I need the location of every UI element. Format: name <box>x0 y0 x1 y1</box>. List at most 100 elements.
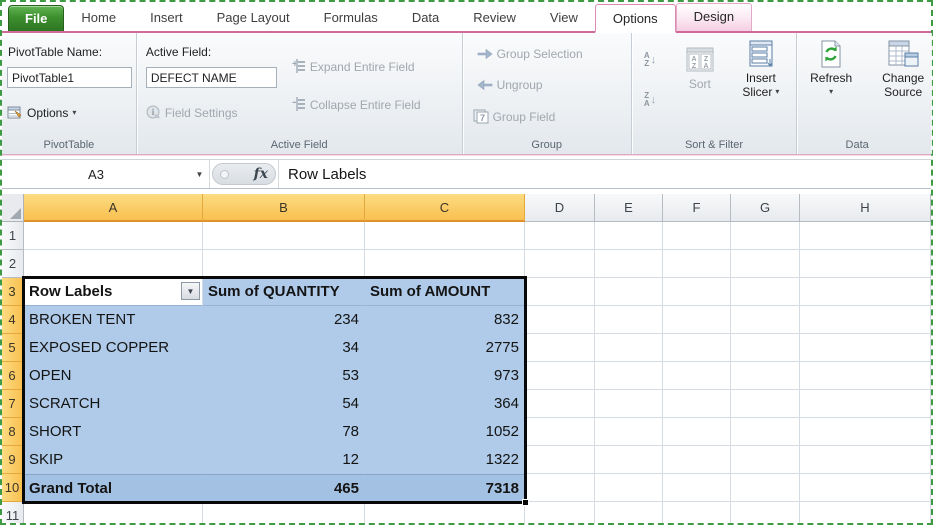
row-header-4[interactable]: 4 <box>2 306 24 334</box>
column-header-G[interactable]: G <box>731 194 800 222</box>
insert-function-icon[interactable]: fx <box>254 166 268 182</box>
cell-D1[interactable] <box>525 222 595 250</box>
sort-button[interactable]: A Z Z A Sort <box>676 45 724 91</box>
tab-formulas[interactable]: Formulas <box>307 5 395 31</box>
cell-A8[interactable]: SHORT <box>24 418 203 446</box>
column-header-F[interactable]: F <box>663 194 731 222</box>
cell-C7[interactable]: 364 <box>365 390 525 418</box>
cell-F2[interactable] <box>663 250 731 278</box>
cell-B10[interactable]: 465 <box>203 474 365 502</box>
cell-D10[interactable] <box>525 474 595 502</box>
cell-E1[interactable] <box>595 222 663 250</box>
formula-input[interactable]: Row Labels <box>278 160 931 188</box>
active-field-input[interactable] <box>146 67 277 88</box>
cell-B9[interactable]: 12 <box>203 446 365 474</box>
cell-G10[interactable] <box>731 474 800 502</box>
cell-G2[interactable] <box>731 250 800 278</box>
cell-D9[interactable] <box>525 446 595 474</box>
tab-file[interactable]: File <box>8 5 64 31</box>
cell-C8[interactable]: 1052 <box>365 418 525 446</box>
cell-D2[interactable] <box>525 250 595 278</box>
cell-G5[interactable] <box>731 334 800 362</box>
sort-ascending-button[interactable]: AZ↓ <box>644 49 668 71</box>
cell-A7[interactable]: SCRATCH <box>24 390 203 418</box>
row-header-10[interactable]: 10 <box>2 474 24 502</box>
cell-G11[interactable] <box>731 502 800 523</box>
cell-G6[interactable] <box>731 362 800 390</box>
cell-C6[interactable]: 973 <box>365 362 525 390</box>
cell-C9[interactable]: 1322 <box>365 446 525 474</box>
cell-H10[interactable] <box>800 474 931 502</box>
cell-A5[interactable]: EXPOSED COPPER <box>24 334 203 362</box>
tab-home[interactable]: Home <box>64 5 133 31</box>
cell-B4[interactable]: 234 <box>203 306 365 334</box>
column-header-B[interactable]: B <box>203 194 365 222</box>
cell-H6[interactable] <box>800 362 931 390</box>
change-data-source-button[interactable]: Change Source <box>861 39 933 99</box>
cell-F9[interactable] <box>663 446 731 474</box>
row-header-11[interactable]: 11 <box>2 502 24 523</box>
cell-E9[interactable] <box>595 446 663 474</box>
cell-B8[interactable]: 78 <box>203 418 365 446</box>
cell-D7[interactable] <box>525 390 595 418</box>
cell-G8[interactable] <box>731 418 800 446</box>
cell-H5[interactable] <box>800 334 931 362</box>
cell-H7[interactable] <box>800 390 931 418</box>
cell-A3[interactable]: Row Labels▼ <box>24 278 203 306</box>
row-header-7[interactable]: 7 <box>2 390 24 418</box>
cell-E3[interactable] <box>595 278 663 306</box>
cell-A6[interactable]: OPEN <box>24 362 203 390</box>
tab-options[interactable]: Options <box>595 4 676 33</box>
row-header-2[interactable]: 2 <box>2 250 24 278</box>
cell-E6[interactable] <box>595 362 663 390</box>
cell-G1[interactable] <box>731 222 800 250</box>
cell-H11[interactable] <box>800 502 931 523</box>
tab-page-layout[interactable]: Page Layout <box>200 5 307 31</box>
cell-D5[interactable] <box>525 334 595 362</box>
cell-A4[interactable]: BROKEN TENT <box>24 306 203 334</box>
row-header-9[interactable]: 9 <box>2 446 24 474</box>
cell-H4[interactable] <box>800 306 931 334</box>
collapse-entire-field-button[interactable]: − Collapse Entire Field <box>289 97 421 113</box>
cell-B6[interactable]: 53 <box>203 362 365 390</box>
insert-slicer-button[interactable]: Insert Slicer ▾ <box>730 39 792 99</box>
column-header-C[interactable]: C <box>365 194 525 222</box>
cell-F6[interactable] <box>663 362 731 390</box>
cell-B3[interactable]: Sum of QUANTITY <box>203 278 365 306</box>
cell-A11[interactable] <box>24 502 203 523</box>
cell-F7[interactable] <box>663 390 731 418</box>
cell-E2[interactable] <box>595 250 663 278</box>
tab-view[interactable]: View <box>533 5 595 31</box>
cell-A10[interactable]: Grand Total <box>24 474 203 502</box>
cell-F1[interactable] <box>663 222 731 250</box>
name-box-dropdown[interactable]: ▼ <box>190 160 210 188</box>
cell-E7[interactable] <box>595 390 663 418</box>
cell-F10[interactable] <box>663 474 731 502</box>
cell-F5[interactable] <box>663 334 731 362</box>
cell-D8[interactable] <box>525 418 595 446</box>
cell-F3[interactable] <box>663 278 731 306</box>
cell-D4[interactable] <box>525 306 595 334</box>
cell-H1[interactable] <box>800 222 931 250</box>
row-header-1[interactable]: 1 <box>2 222 24 250</box>
cell-G4[interactable] <box>731 306 800 334</box>
cell-F8[interactable] <box>663 418 731 446</box>
cell-B11[interactable] <box>203 502 365 523</box>
expand-entire-field-button[interactable]: + Expand Entire Field <box>289 59 415 75</box>
tab-data[interactable]: Data <box>395 5 456 31</box>
sort-descending-button[interactable]: ZA↓ <box>644 89 668 111</box>
tab-insert[interactable]: Insert <box>133 5 200 31</box>
cell-E4[interactable] <box>595 306 663 334</box>
ungroup-button[interactable]: Ungroup <box>477 78 543 92</box>
select-all-corner[interactable] <box>2 194 24 222</box>
group-field-button[interactable]: 7 Group Field <box>473 109 556 124</box>
cell-G7[interactable] <box>731 390 800 418</box>
pivottable-options-button[interactable]: Options ▾ <box>7 105 76 120</box>
cell-E8[interactable] <box>595 418 663 446</box>
cell-C10[interactable]: 7318 <box>365 474 525 502</box>
cell-A2[interactable] <box>24 250 203 278</box>
cell-D3[interactable] <box>525 278 595 306</box>
pivottable-name-input[interactable] <box>7 67 132 88</box>
cell-H2[interactable] <box>800 250 931 278</box>
cell-C1[interactable] <box>365 222 525 250</box>
